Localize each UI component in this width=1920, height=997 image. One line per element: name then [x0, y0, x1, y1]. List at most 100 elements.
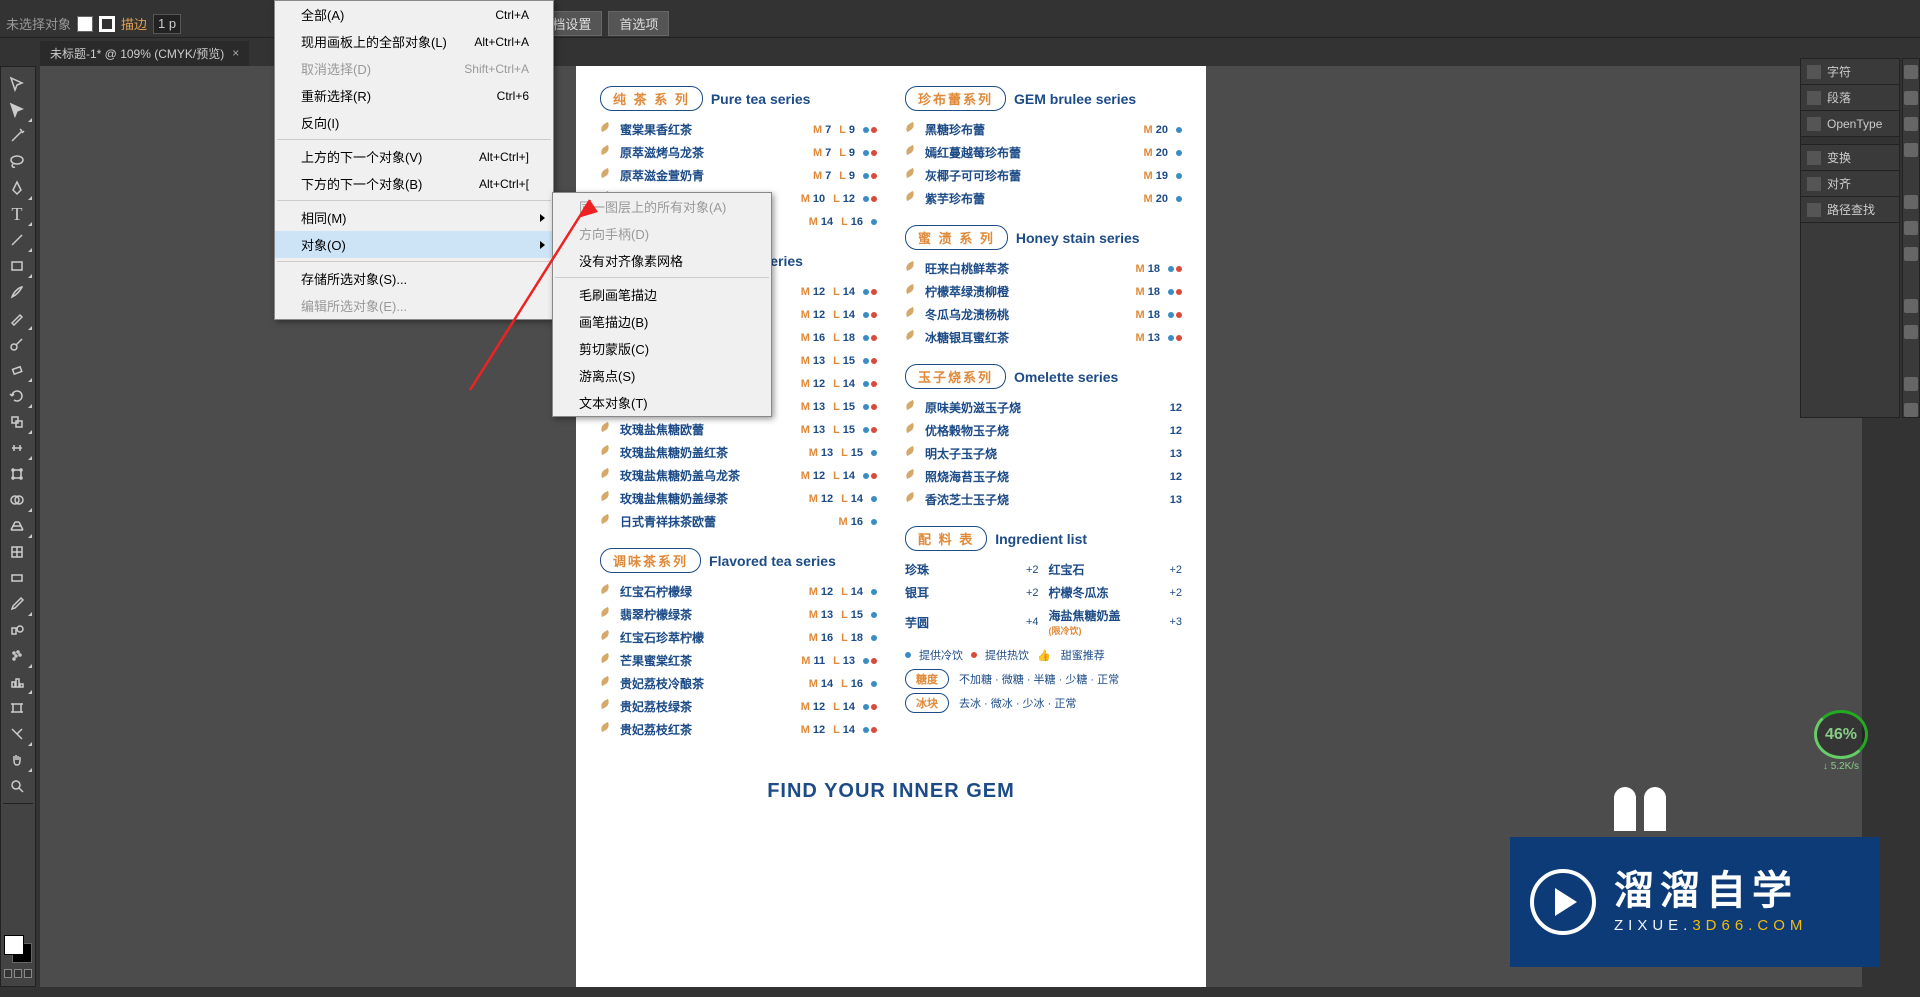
brushes-panel-icon[interactable]	[1904, 117, 1918, 131]
zoom-tool[interactable]	[1, 773, 33, 799]
menu-item[interactable]: 全部(A)Ctrl+A	[275, 1, 553, 28]
menu-item-row: 紫芋珍布蕾M 20	[905, 190, 1182, 207]
dock-panel-button[interactable]: 字符	[1801, 59, 1899, 85]
menu-item[interactable]: 上方的下一个对象(V)Alt+Ctrl+]	[275, 143, 553, 170]
fill-color[interactable]	[4, 935, 24, 955]
menu-item: 取消选择(D)Shift+Ctrl+A	[275, 55, 553, 82]
section-pill: 珍布蕾系列	[905, 86, 1006, 111]
dock-panel-button[interactable]: 段落	[1801, 85, 1899, 111]
menu-item-row: 灰椰子可可珍布蕾M 19	[905, 167, 1182, 184]
symbol-sprayer-tool[interactable]	[1, 643, 33, 669]
submenu-item[interactable]: 游离点(S)	[553, 362, 771, 389]
stroke-weight-field[interactable]: 1 p	[153, 14, 181, 34]
dock-panel-button[interactable]: 变换	[1801, 145, 1899, 171]
submenu-item[interactable]: 毛刷画笔描边	[553, 281, 771, 308]
menu-item-row: 蜜棠果香红茶M 7L 9	[600, 121, 877, 138]
document-tab[interactable]: 未标题-1* @ 109% (CMYK/预览) ×	[40, 41, 249, 66]
menu-item[interactable]: 反向(I)	[275, 109, 553, 136]
submenu-item[interactable]: 没有对齐像素网格	[553, 247, 771, 274]
footer-slogan: FIND YOUR INNER GEM	[600, 780, 1182, 803]
appearance-panel-icon[interactable]	[1904, 299, 1918, 313]
dock-panel-button[interactable]: 路径查找	[1801, 197, 1899, 223]
pencil-tool[interactable]	[1, 305, 33, 331]
mesh-tool[interactable]	[1, 539, 33, 565]
gradient-panel-icon[interactable]	[1904, 221, 1918, 235]
menu-item: 编辑所选对象(E)...	[275, 292, 553, 319]
brand-en: ZIXUE.3D66.COM	[1614, 917, 1807, 934]
swatches-panel-icon[interactable]	[1904, 91, 1918, 105]
shape-builder-tool[interactable]	[1, 487, 33, 513]
ingredient-row: 芋圆+4海盐焦糖奶盖(限冷饮)+3	[905, 607, 1182, 637]
leaf-icon	[905, 170, 917, 182]
type-tool[interactable]: T	[1, 201, 33, 227]
menu-item[interactable]: 下方的下一个对象(B)Alt+Ctrl+[	[275, 170, 553, 197]
layers-panel-icon[interactable]	[1904, 377, 1918, 391]
artboard-tool[interactable]	[1, 695, 33, 721]
transparency-panel-icon[interactable]	[1904, 247, 1918, 261]
stroke-swatch[interactable]	[99, 16, 115, 32]
scale-tool[interactable]	[1, 409, 33, 435]
selection-tool[interactable]	[1, 71, 33, 97]
fill-swatch[interactable]	[77, 16, 93, 32]
line-tool[interactable]	[1, 227, 33, 253]
leaf-icon	[600, 424, 612, 436]
lasso-tool[interactable]	[1, 149, 33, 175]
menu-section: 配 料 表Ingredient list 珍珠+2红宝石+2银耳+2柠檬冬瓜冻+…	[905, 526, 1182, 713]
leaf-icon	[905, 494, 917, 506]
eraser-tool[interactable]	[1, 357, 33, 383]
hand-tool[interactable]	[1, 747, 33, 773]
menu-section: 蜜 渍 系 列Honey stain series 旺来白桃鲜萃茶M 18柠檬萃…	[905, 225, 1182, 346]
direct-selection-tool[interactable]	[1, 97, 33, 123]
color-panel-icon[interactable]	[1904, 65, 1918, 79]
leaf-icon	[600, 586, 612, 598]
rectangle-tool[interactable]	[1, 253, 33, 279]
menu-item[interactable]: 对象(O)	[275, 231, 553, 258]
menu-item[interactable]: 存储所选对象(S)...	[275, 265, 553, 292]
menu-item[interactable]: 现用画板上的全部对象(L)Alt+Ctrl+A	[275, 28, 553, 55]
section-en: Flavored tea series	[709, 553, 836, 569]
stroke-panel-icon[interactable]	[1904, 195, 1918, 209]
sugar-row: 糖度不加糖 · 微糖 · 半糖 · 少糖 · 正常	[905, 669, 1182, 689]
tab-title: 未标题-1* @ 109% (CMYK/预览)	[50, 45, 224, 62]
toolbox: T	[0, 66, 36, 987]
gradient-tool[interactable]	[1, 565, 33, 591]
dock-panel-button[interactable]: OpenType	[1801, 111, 1899, 137]
magic-wand-tool[interactable]	[1, 123, 33, 149]
menu-item[interactable]: 相同(M)	[275, 204, 553, 231]
free-transform-tool[interactable]	[1, 461, 33, 487]
column-graph-tool[interactable]	[1, 669, 33, 695]
artboards-panel-icon[interactable]	[1904, 403, 1918, 417]
paintbrush-tool[interactable]	[1, 279, 33, 305]
submenu-item[interactable]: 剪切蒙版(C)	[553, 335, 771, 362]
menu-item-row: 翡翠柠檬绿茶M 13L 15	[600, 606, 877, 623]
perspective-grid-tool[interactable]	[1, 513, 33, 539]
width-tool[interactable]	[1, 435, 33, 461]
symbols-panel-icon[interactable]	[1904, 143, 1918, 157]
graphic-styles-panel-icon[interactable]	[1904, 325, 1918, 339]
leaf-icon	[905, 471, 917, 483]
menu-item-row: 芒果蜜棠红茶M 11L 13	[600, 652, 877, 669]
right-dock: 字符段落OpenType 变换对齐路径查找	[1800, 58, 1920, 418]
dock-panel-button[interactable]: 对齐	[1801, 171, 1899, 197]
select-menu-dropdown: 全部(A)Ctrl+A现用画板上的全部对象(L)Alt+Ctrl+A取消选择(D…	[274, 0, 554, 320]
eyedropper-tool[interactable]	[1, 591, 33, 617]
menu-item[interactable]: 重新选择(R)Ctrl+6	[275, 82, 553, 109]
leaf-icon	[600, 516, 612, 528]
pen-tool[interactable]	[1, 175, 33, 201]
color-controls[interactable]	[1, 929, 35, 986]
section-en: Ingredient list	[995, 531, 1087, 547]
brand-watermark: 溜溜自学 ZIXUE.3D66.COM	[1510, 837, 1880, 967]
blob-brush-tool[interactable]	[1, 331, 33, 357]
submenu-item[interactable]: 画笔描边(B)	[553, 308, 771, 335]
leaf-icon	[600, 724, 612, 736]
submenu-item[interactable]: 文本对象(T)	[553, 389, 771, 416]
close-icon[interactable]: ×	[232, 46, 239, 60]
section-en: Omelette series	[1014, 369, 1118, 385]
leaf-icon	[905, 402, 917, 414]
menu-item-row: 柠檬萃绿渍柳橙M 18	[905, 283, 1182, 300]
rotate-tool[interactable]	[1, 383, 33, 409]
preferences-button[interactable]: 首选项	[608, 11, 669, 36]
blend-tool[interactable]	[1, 617, 33, 643]
menu-item-row: 红宝石珍萃柠檬M 16L 18	[600, 629, 877, 646]
slice-tool[interactable]	[1, 721, 33, 747]
